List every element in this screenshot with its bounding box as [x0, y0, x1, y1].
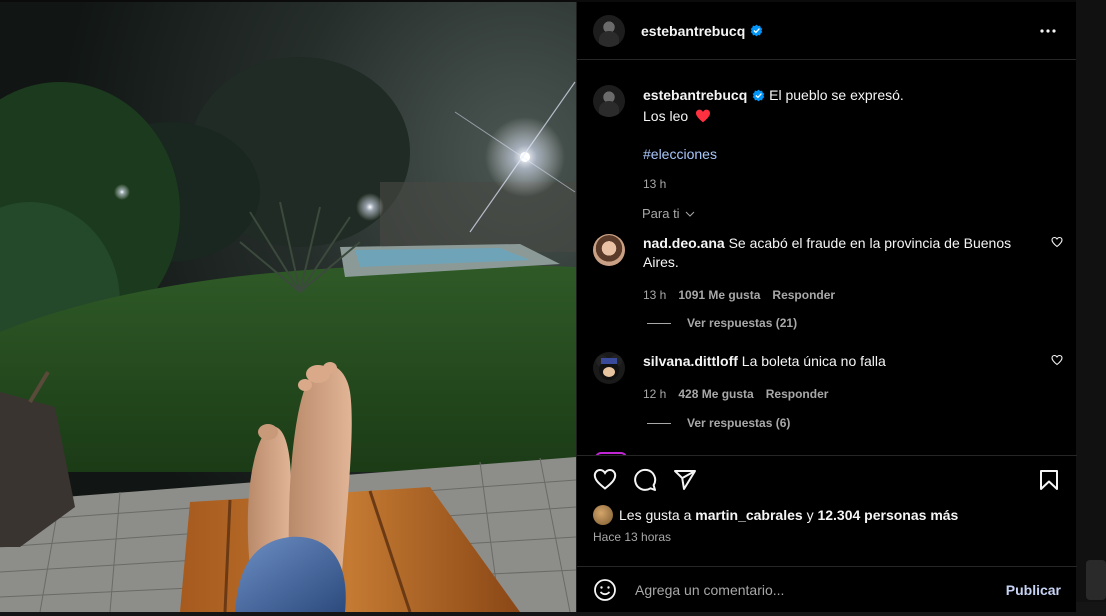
comment-like-heart-icon[interactable]: [1051, 354, 1063, 366]
comment-likes[interactable]: 1091 Me gusta: [678, 286, 760, 305]
likes-conjunction: y: [806, 507, 814, 523]
comment-username[interactable]: nad.deo.ana: [643, 235, 725, 251]
sort-comments-dropdown[interactable]: Para ti: [642, 206, 696, 221]
replies-divider-line: [647, 422, 671, 424]
heart-icon[interactable]: [593, 468, 617, 492]
background-thumbnail: [1086, 560, 1106, 600]
view-replies-label: Ver respuestas (21): [687, 316, 798, 330]
likes-prefix: Les gusta a: [619, 507, 692, 523]
post-photo-illustration: [0, 2, 576, 612]
verified-badge-icon: [752, 89, 765, 102]
comment-composer: Publicar: [577, 566, 1077, 612]
post-photo[interactable]: [0, 2, 576, 612]
liker-username[interactable]: martin_cabrales: [695, 507, 802, 523]
view-replies-label: Ver respuestas (6): [687, 416, 791, 430]
bookmark-icon[interactable]: [1037, 468, 1061, 492]
red-heart-icon: [696, 109, 711, 123]
comment-likes[interactable]: 428 Me gusta: [678, 385, 753, 404]
view-replies-button[interactable]: Ver respuestas (6): [647, 416, 790, 430]
verified-badge-icon: [750, 24, 763, 37]
caption-line-1: El pueblo se expresó.: [769, 87, 904, 103]
emoji-icon[interactable]: [593, 578, 617, 602]
comment-icon[interactable]: [633, 468, 657, 492]
likes-count[interactable]: 12.304 personas más: [817, 507, 958, 523]
post-side-panel: estebantrebucq estebantrebucq El pueblo …: [576, 2, 1077, 612]
comment-item: silvana.dittloff La boleta única no fall…: [593, 352, 1063, 404]
caption-author-username[interactable]: estebantrebucq: [643, 87, 747, 103]
comment-avatar[interactable]: [593, 352, 625, 384]
author-avatar[interactable]: [593, 14, 625, 47]
post-actions-section: Les gusta a martin_cabrales y 12.304 per…: [577, 455, 1077, 544]
comment-time[interactable]: 12 h: [643, 385, 666, 404]
comment-time[interactable]: 13 h: [643, 286, 666, 305]
liker-avatar[interactable]: [593, 505, 613, 525]
action-bar: [577, 456, 1077, 504]
caption-author-avatar[interactable]: [593, 85, 625, 117]
post-caption: estebantrebucq El pueblo se expresó. Los…: [593, 85, 1033, 195]
reply-button[interactable]: Responder: [766, 385, 829, 404]
likes-summary: Les gusta a martin_cabrales y 12.304 per…: [577, 504, 1077, 526]
sort-label: Para ti: [642, 206, 680, 221]
publish-button[interactable]: Publicar: [1006, 582, 1061, 598]
post-header: estebantrebucq: [577, 2, 1076, 60]
comment-text: La boleta única no falla: [741, 353, 886, 369]
share-icon[interactable]: [673, 468, 697, 492]
caption-hashtag[interactable]: #elecciones: [643, 144, 1033, 165]
comment-avatar[interactable]: [593, 234, 625, 266]
background-feed-right: [1076, 0, 1106, 616]
chevron-down-icon: [685, 211, 694, 217]
comment-input[interactable]: [633, 580, 1006, 599]
comment-like-heart-icon[interactable]: [1051, 236, 1063, 248]
more-options-icon[interactable]: [1036, 19, 1060, 43]
comments-scroll-area[interactable]: estebantrebucq El pueblo se expresó. Los…: [577, 60, 1077, 455]
post-timestamp[interactable]: Hace 13 horas: [577, 530, 1077, 544]
comment-username[interactable]: silvana.dittloff: [643, 353, 738, 369]
caption-line-2: Los leo: [643, 108, 689, 124]
comment-item: nad.deo.ana Se acabó el fraude en la pro…: [593, 234, 1063, 305]
caption-time[interactable]: 13 h: [643, 174, 1033, 195]
reply-button[interactable]: Responder: [772, 286, 835, 305]
post-modal: estebantrebucq estebantrebucq El pueblo …: [0, 2, 1077, 612]
replies-divider-line: [647, 322, 671, 324]
author-username[interactable]: estebantrebucq: [641, 23, 745, 39]
view-replies-button[interactable]: Ver respuestas (21): [647, 316, 797, 330]
